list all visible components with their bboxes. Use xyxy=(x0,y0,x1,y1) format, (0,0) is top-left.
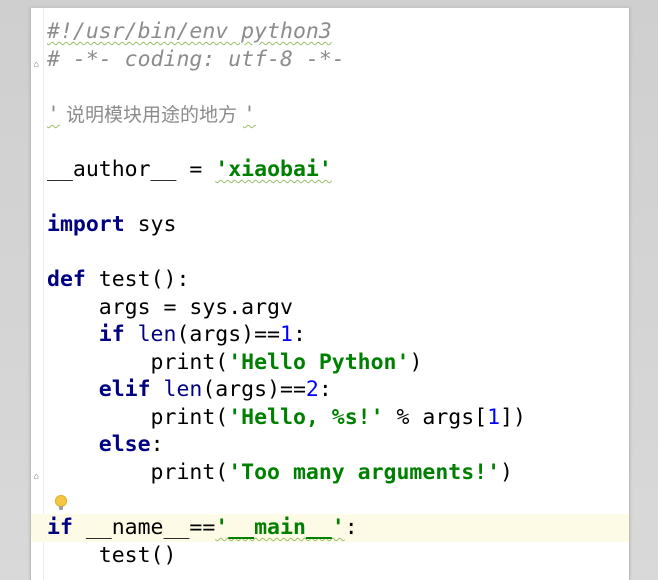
print-call: print( xyxy=(47,350,229,375)
code-line-12[interactable]: if len(args)==1: xyxy=(47,321,306,349)
intention-bulb-icon[interactable] xyxy=(55,495,67,510)
print-call: print( xyxy=(47,460,229,485)
coding-comment: # -*- coding: utf-8 -*- xyxy=(47,47,345,72)
len-builtin: len xyxy=(150,377,203,402)
code-line-8[interactable]: import sys xyxy=(47,211,176,239)
print-string: 'Hello Python' xyxy=(228,350,410,375)
elif-condition: (args)== xyxy=(202,377,306,402)
args-assignment: args = sys.argv xyxy=(47,295,293,320)
author-assign: = xyxy=(176,157,216,182)
print-call: print( xyxy=(47,405,229,430)
print-format-op: % args[ xyxy=(383,405,488,430)
author-value: 'xiaobai' xyxy=(215,157,332,182)
code-line-11[interactable]: args = sys.argv xyxy=(47,294,293,322)
docstring-quote-open: ' xyxy=(47,102,60,127)
if-number: 1 xyxy=(280,322,293,347)
code-line-1[interactable]: #!/usr/bin/env python3 xyxy=(47,18,332,46)
code-line-15[interactable]: print('Hello, %s!' % args[1]) xyxy=(47,404,526,432)
code-line-19-current[interactable]: if __name__=='__main__': xyxy=(31,514,629,542)
code-line-20[interactable]: test() xyxy=(47,542,177,570)
import-module: sys xyxy=(124,212,177,237)
if-colon: : xyxy=(292,322,306,347)
print-close: ) xyxy=(409,350,423,375)
len-builtin: len xyxy=(124,322,177,347)
print-string: 'Too many arguments!' xyxy=(228,460,501,485)
print-close: ) xyxy=(500,460,513,485)
import-keyword: import xyxy=(47,212,125,237)
author-variable: __author__ xyxy=(47,157,177,182)
print-string: 'Hello, %s!' xyxy=(228,405,384,430)
elif-number: 2 xyxy=(305,377,319,402)
elif-keyword: elif xyxy=(47,377,151,402)
else-keyword: else xyxy=(47,432,151,457)
if-keyword: if xyxy=(47,322,125,347)
code-line-17[interactable]: print('Too many arguments!') xyxy=(47,459,513,487)
main-string: '__main__' xyxy=(215,515,345,540)
code-line-2[interactable]: # -*- coding: utf-8 -*- xyxy=(47,46,345,74)
fold-marker-icon[interactable]: ⌂ xyxy=(32,60,41,70)
shebang-comment: #!/usr/bin/env python3 xyxy=(47,19,332,44)
code-line-13[interactable]: print('Hello Python') xyxy=(47,349,423,377)
fold-marker-icon[interactable]: ⌂ xyxy=(32,472,41,482)
screenshot-frame: ⌂ ⌂ #!/usr/bin/env python3 # -*- coding:… xyxy=(0,0,658,580)
code-line-4[interactable]: ' 说明模块用途的地方 ' xyxy=(47,101,256,129)
dunder-name: __name__ xyxy=(72,515,190,540)
if-keyword: if xyxy=(47,515,73,540)
print-close: ]) xyxy=(500,405,526,430)
def-signature: test(): xyxy=(85,267,190,292)
equality-op: == xyxy=(189,515,216,540)
code-line-14[interactable]: elif len(args)==2: xyxy=(47,376,332,404)
code-line-6[interactable]: __author__ = 'xiaobai' xyxy=(47,156,332,184)
docstring-text: 说明模块用途的地方 xyxy=(59,104,244,126)
code-line-10[interactable]: def test(): xyxy=(47,266,189,294)
else-colon: : xyxy=(150,432,164,457)
editor-gutter[interactable] xyxy=(31,8,44,580)
if-condition: (args)== xyxy=(176,322,281,347)
def-keyword: def xyxy=(47,267,86,292)
test-call: test() xyxy=(47,543,177,568)
main-colon: : xyxy=(344,515,358,540)
elif-colon: : xyxy=(318,377,332,402)
docstring-quote-close: ' xyxy=(243,102,256,127)
code-line-16[interactable]: else: xyxy=(47,431,164,459)
code-editor[interactable]: ⌂ ⌂ #!/usr/bin/env python3 # -*- coding:… xyxy=(30,8,630,580)
print-index: 1 xyxy=(487,405,501,430)
